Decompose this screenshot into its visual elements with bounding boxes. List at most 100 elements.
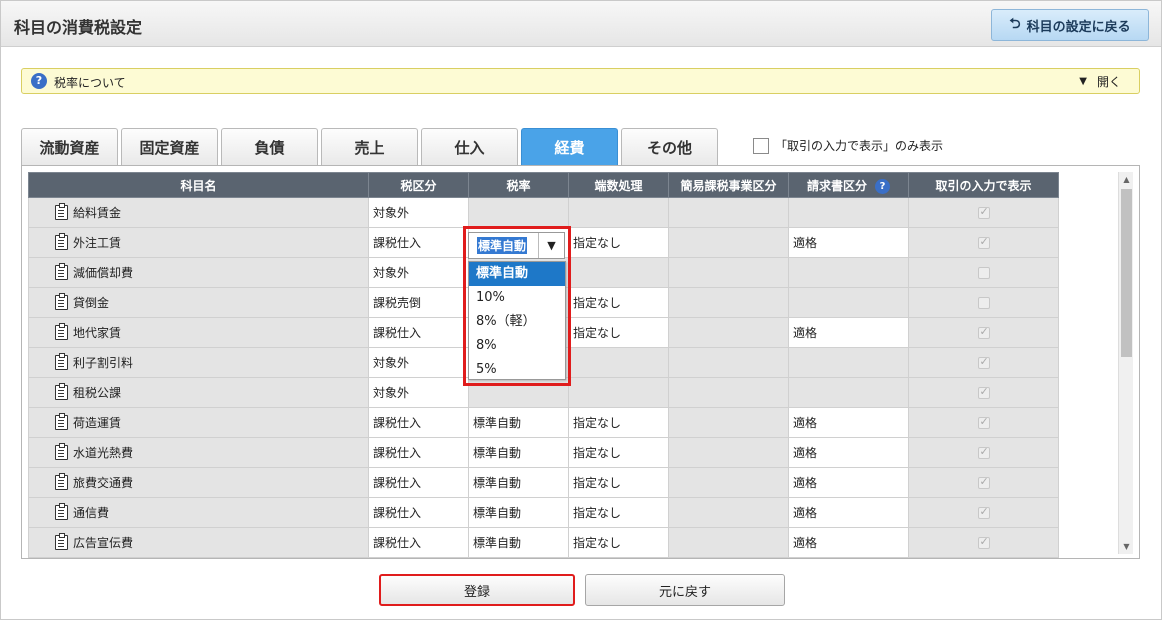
cell-rounding[interactable]: 指定なし xyxy=(568,317,669,348)
cell-rounding[interactable]: 指定なし xyxy=(568,527,669,558)
tab-4[interactable]: 仕入 xyxy=(421,128,518,165)
cell-tax[interactable]: 課税仕入 xyxy=(368,437,469,468)
show-in-entry-checkbox[interactable] xyxy=(977,475,990,489)
cell-invoice[interactable]: 適格 xyxy=(788,467,909,498)
cell-invoice[interactable] xyxy=(788,347,909,378)
cell-rate[interactable]: 標準自動 xyxy=(468,527,569,558)
tab-6[interactable]: その他 xyxy=(621,128,718,165)
reset-button[interactable]: 元に戻す xyxy=(585,574,785,606)
cell-rounding[interactable]: 指定なし xyxy=(568,497,669,528)
cell-rounding[interactable] xyxy=(568,347,669,378)
tab-3[interactable]: 売上 xyxy=(321,128,418,165)
tab-0[interactable]: 流動資産 xyxy=(21,128,118,165)
cell-invoice[interactable]: 適格 xyxy=(788,497,909,528)
cell-invoice[interactable] xyxy=(788,377,909,408)
show-in-entry-checkbox[interactable] xyxy=(977,325,990,339)
tax-rate-option-1[interactable]: 10% xyxy=(469,286,565,310)
cell-rate[interactable]: 標準自動 xyxy=(468,437,569,468)
tax-rate-select[interactable]: 標準自動 ▼ xyxy=(468,232,565,259)
table-scrollbar[interactable]: ▲ ▼ xyxy=(1118,172,1133,554)
show-in-entry-checkbox[interactable] xyxy=(977,205,990,219)
scroll-thumb[interactable] xyxy=(1121,189,1132,357)
cell-simple[interactable] xyxy=(668,227,789,258)
cell-rate[interactable] xyxy=(468,197,569,228)
show-in-entry-checkbox[interactable] xyxy=(977,355,990,369)
cell-simple[interactable] xyxy=(668,347,789,378)
cell-tax[interactable]: 対象外 xyxy=(368,377,469,408)
show-in-entry-checkbox[interactable] xyxy=(977,267,990,279)
cell-tax[interactable]: 課税仕入 xyxy=(368,527,469,558)
cell-rounding[interactable] xyxy=(568,377,669,408)
filter-show-in-entry[interactable]: 「取引の入力で表示」のみ表示 xyxy=(753,137,943,154)
column-header-1: 税区分 xyxy=(368,172,469,198)
cell-rate[interactable]: 標準自動 xyxy=(468,467,569,498)
cell-simple[interactable] xyxy=(668,467,789,498)
cell-simple[interactable] xyxy=(668,527,789,558)
show-in-entry-checkbox[interactable] xyxy=(977,535,990,549)
cell-tax[interactable]: 課税仕入 xyxy=(368,407,469,438)
cell-rounding[interactable]: 指定なし xyxy=(568,287,669,318)
cell-rounding[interactable] xyxy=(568,197,669,228)
cell-text: 通信費 xyxy=(73,506,110,520)
scroll-up-arrow-icon[interactable]: ▲ xyxy=(1119,172,1134,187)
cell-rounding[interactable]: 指定なし xyxy=(568,437,669,468)
show-in-entry-checkbox[interactable] xyxy=(977,297,990,309)
cell-simple[interactable] xyxy=(668,407,789,438)
cell-invoice[interactable] xyxy=(788,257,909,288)
cell-simple[interactable] xyxy=(668,497,789,528)
cell-tax[interactable]: 課税仕入 xyxy=(368,467,469,498)
cell-invoice[interactable]: 適格 xyxy=(788,407,909,438)
cell-tax[interactable]: 課税売倒 xyxy=(368,287,469,318)
cell-simple[interactable] xyxy=(668,197,789,228)
tax-rate-option-4[interactable]: 5% xyxy=(469,358,565,382)
cell-simple[interactable] xyxy=(668,377,789,408)
filter-checkbox[interactable] xyxy=(753,137,769,154)
cell-rate[interactable] xyxy=(468,377,569,408)
tab-2[interactable]: 負債 xyxy=(221,128,318,165)
show-in-entry-checkbox[interactable] xyxy=(977,445,990,459)
cell-simple[interactable] xyxy=(668,437,789,468)
tax-rate-option-2[interactable]: 8%（軽） xyxy=(469,310,565,334)
dropdown-caret-icon[interactable]: ▼ xyxy=(538,233,564,258)
tax-rate-option-3[interactable]: 8% xyxy=(469,334,565,358)
show-in-entry-checkbox[interactable] xyxy=(977,235,990,249)
cell-invoice[interactable]: 適格 xyxy=(788,527,909,558)
cell-show-in-entry xyxy=(908,257,1059,288)
show-in-entry-checkbox[interactable] xyxy=(977,385,990,399)
show-in-entry-checkbox[interactable] xyxy=(977,505,990,519)
cell-invoice[interactable]: 適格 xyxy=(788,317,909,348)
cell-invoice[interactable]: 適格 xyxy=(788,437,909,468)
cell-text: 課税仕入 xyxy=(373,446,422,460)
cell-rounding[interactable] xyxy=(568,257,669,288)
cell-text: 課税仕入 xyxy=(373,416,422,430)
cell-rate[interactable]: 標準自動 xyxy=(468,407,569,438)
cell-name: 給料賃金 xyxy=(28,197,369,228)
cell-simple[interactable] xyxy=(668,257,789,288)
cell-invoice[interactable]: 適格 xyxy=(788,227,909,258)
scroll-down-arrow-icon[interactable]: ▼ xyxy=(1119,539,1134,554)
cell-rate[interactable]: 標準自動 xyxy=(468,497,569,528)
cell-invoice[interactable] xyxy=(788,197,909,228)
register-button[interactable]: 登録 xyxy=(379,574,575,606)
tab-5[interactable]: 経費 xyxy=(521,128,618,165)
cell-rounding[interactable]: 指定なし xyxy=(568,407,669,438)
cell-tax[interactable]: 課税仕入 xyxy=(368,497,469,528)
help-icon[interactable]: ? xyxy=(875,178,890,194)
cell-text: 荷造運賃 xyxy=(73,416,122,430)
tax-rate-option-0[interactable]: 標準自動 xyxy=(469,262,565,286)
cell-simple[interactable] xyxy=(668,287,789,318)
cell-tax[interactable]: 対象外 xyxy=(368,257,469,288)
info-expand-toggle[interactable]: ▼ 開く xyxy=(1079,73,1121,90)
cell-rounding[interactable]: 指定なし xyxy=(568,227,669,258)
cell-simple[interactable] xyxy=(668,317,789,348)
tab-1[interactable]: 固定資産 xyxy=(121,128,218,165)
show-in-entry-checkbox[interactable] xyxy=(977,415,990,429)
cell-tax[interactable]: 課税仕入 xyxy=(368,317,469,348)
clipboard-icon xyxy=(55,263,68,280)
cell-invoice[interactable] xyxy=(788,287,909,318)
cell-rounding[interactable]: 指定なし xyxy=(568,467,669,498)
cell-tax[interactable]: 対象外 xyxy=(368,197,469,228)
cell-tax[interactable]: 対象外 xyxy=(368,347,469,378)
cell-tax[interactable]: 課税仕入 xyxy=(368,227,469,258)
back-to-account-settings-button[interactable]: ⮌ 科目の設定に戻る xyxy=(991,9,1149,41)
